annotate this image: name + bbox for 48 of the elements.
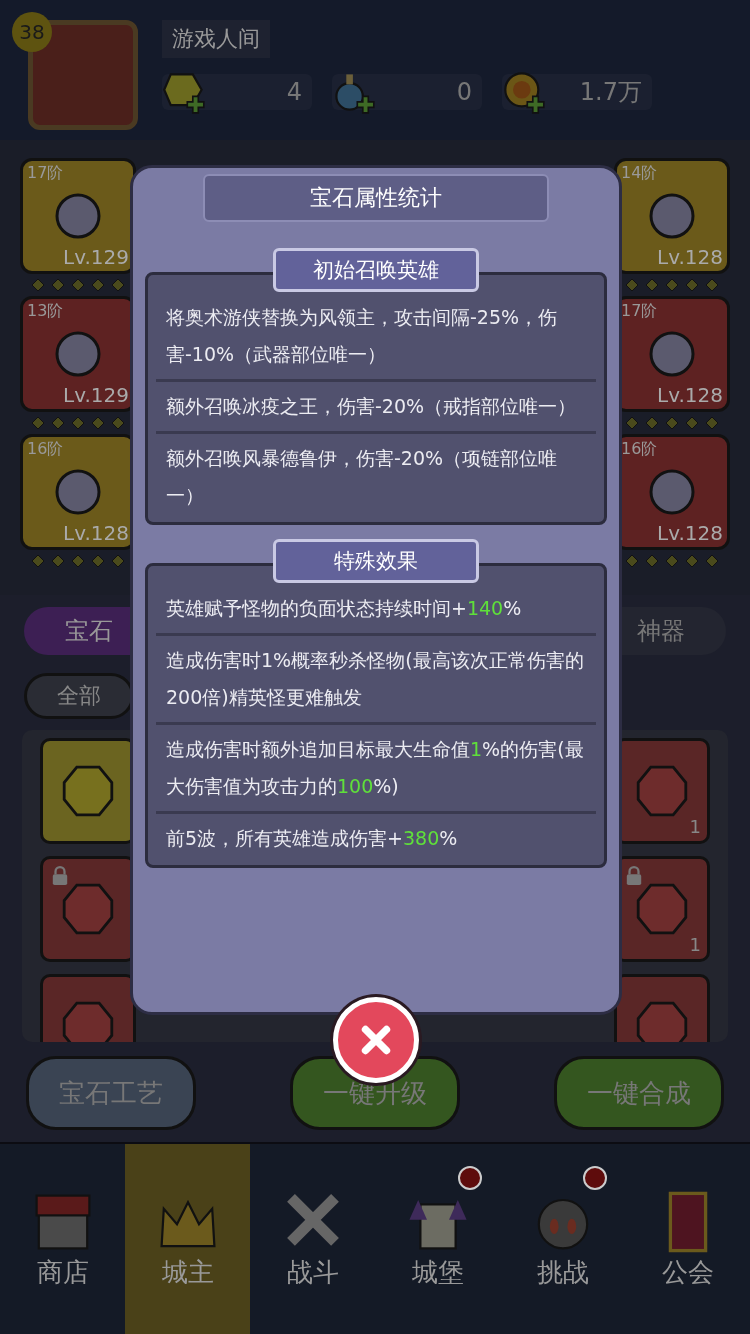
equipment-level: Lv.128 bbox=[63, 521, 129, 545]
gem-icon bbox=[634, 763, 690, 819]
gem-count: 1 bbox=[689, 934, 701, 955]
tier-label: 16阶 bbox=[621, 439, 658, 460]
tier-label: 13阶 bbox=[27, 301, 64, 322]
resource-amount: 0 bbox=[455, 78, 473, 106]
lock-icon bbox=[51, 865, 69, 887]
tier-label: 17阶 bbox=[27, 163, 64, 184]
equipment-level: Lv.128 bbox=[657, 521, 723, 545]
effect-text: 前5波，所有英雄造成伤害+380% bbox=[165, 826, 459, 851]
player-name: 游戏人间 bbox=[162, 20, 270, 58]
gem-count: 1 bbox=[689, 816, 701, 837]
nav-tab[interactable]: 商店 bbox=[0, 1144, 125, 1334]
effect-text: 英雄赋予怪物的负面状态持续时间+140% bbox=[156, 584, 596, 636]
nav-tab[interactable]: 挑战 bbox=[500, 1144, 625, 1334]
dialog-title: 宝石属性统计 bbox=[203, 174, 549, 222]
action-button[interactable]: 宝石工艺 bbox=[26, 1056, 196, 1130]
gem-icon bbox=[60, 763, 116, 819]
nav-tab[interactable]: 公会 bbox=[625, 1144, 750, 1334]
gem-icon bbox=[634, 999, 690, 1042]
equipment-slot[interactable]: 17阶 Lv.129 bbox=[20, 158, 136, 274]
nav-tab[interactable]: 城堡 bbox=[375, 1144, 500, 1334]
tier-label: 14阶 bbox=[621, 163, 658, 184]
effect-text: 额外召唤风暴德鲁伊，伤害-20%（项链部位唯一） bbox=[165, 446, 559, 508]
tier-label: 17阶 bbox=[621, 301, 658, 322]
section-header: 初始召唤英雄 bbox=[273, 248, 479, 292]
level-badge: 38 bbox=[12, 12, 52, 52]
effect-text: 造成伤害时额外追加目标最大生命值1%的伤害(最大伤害值为攻击力的100%) bbox=[156, 725, 596, 814]
equipment-level: Lv.129 bbox=[63, 245, 129, 269]
equipment-level: Lv.128 bbox=[657, 383, 723, 407]
effect-text: 将奥术游侠替换为风领主，攻击间隔-25%，伤害-10%（武器部位唯一） bbox=[156, 293, 596, 382]
tier-label: 16阶 bbox=[27, 439, 64, 460]
gem-plus-icon[interactable] bbox=[162, 70, 206, 114]
equipment-slot[interactable]: 14阶 Lv.128 bbox=[614, 158, 730, 274]
lock-icon bbox=[625, 865, 643, 887]
equipment-level: Lv.129 bbox=[63, 383, 129, 407]
gem-icon bbox=[60, 999, 116, 1042]
effect-text: 造成伤害时1%概率秒杀怪物(最高该次正常伤害的200倍)精英怪更难触发 bbox=[156, 636, 596, 725]
resource-amount: 4 bbox=[285, 78, 303, 106]
section-header: 特殊效果 bbox=[273, 539, 479, 583]
nav-tab[interactable]: 城主 bbox=[125, 1144, 250, 1334]
gem-icon bbox=[634, 881, 690, 937]
nav-tab[interactable]: 战斗 bbox=[250, 1144, 375, 1334]
effect-text: 额外召唤冰疫之王，伤害-20%（戒指部位唯一） bbox=[156, 382, 596, 434]
coin-plus-icon[interactable] bbox=[502, 70, 546, 114]
gem-icon bbox=[60, 881, 116, 937]
resource-amount: 1.7万 bbox=[578, 77, 643, 108]
equipment-level: Lv.128 bbox=[657, 245, 723, 269]
